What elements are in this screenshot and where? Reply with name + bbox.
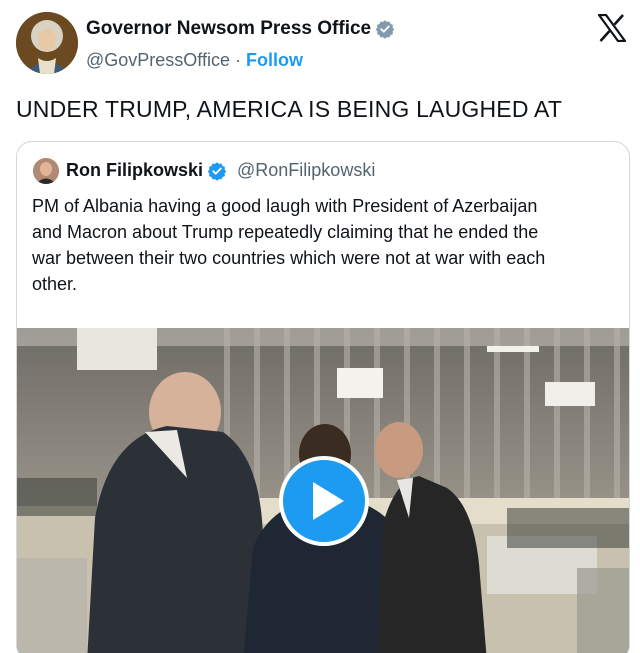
play-button[interactable] — [279, 456, 369, 546]
avatar-portrait-icon — [33, 158, 59, 184]
quoted-text-line: and Macron about Trump repeatedly claimi… — [32, 222, 539, 242]
verified-badge-icon — [375, 20, 395, 39]
author-avatar[interactable] — [16, 12, 78, 74]
quoted-author-avatar[interactable] — [33, 158, 59, 184]
quoted-tweet[interactable]: Ron Filipkowski @RonFilipkowski PM of Al… — [16, 141, 630, 653]
quoted-text-line: PM of Albania having a good laugh with P… — [32, 196, 538, 216]
tweet-card: Governor Newsom Press Office @GovPressOf… — [0, 0, 640, 653]
quoted-author-handle: @RonFilipkowski — [237, 160, 376, 180]
author-name[interactable]: Governor Newsom Press Office — [86, 18, 395, 40]
quoted-tweet-text: PM of Albania having a good laugh with P… — [32, 193, 622, 297]
video-player[interactable] — [17, 328, 629, 653]
author-name-text: Governor Newsom Press Office — [86, 18, 372, 39]
avatar-portrait-icon — [16, 12, 78, 74]
meta-separator: · — [235, 50, 241, 70]
play-icon — [312, 482, 344, 520]
quoted-author-name: Ron Filipkowski — [66, 160, 204, 180]
tweet-text: UNDER TRUMP, AMERICA IS BEING LAUGHED AT — [16, 96, 563, 122]
follow-button[interactable]: Follow — [246, 50, 303, 70]
quoted-text-line: war between their two countries which we… — [32, 248, 546, 268]
verified-badge-icon — [207, 161, 227, 181]
quoted-text-line: other. — [32, 274, 78, 294]
quoted-author[interactable]: Ron Filipkowski @RonFilipkowski — [66, 160, 375, 181]
author-meta: @GovPressOffice · Follow — [86, 50, 303, 71]
author-handle[interactable]: @GovPressOffice — [86, 50, 230, 70]
x-logo-icon[interactable] — [597, 14, 627, 42]
